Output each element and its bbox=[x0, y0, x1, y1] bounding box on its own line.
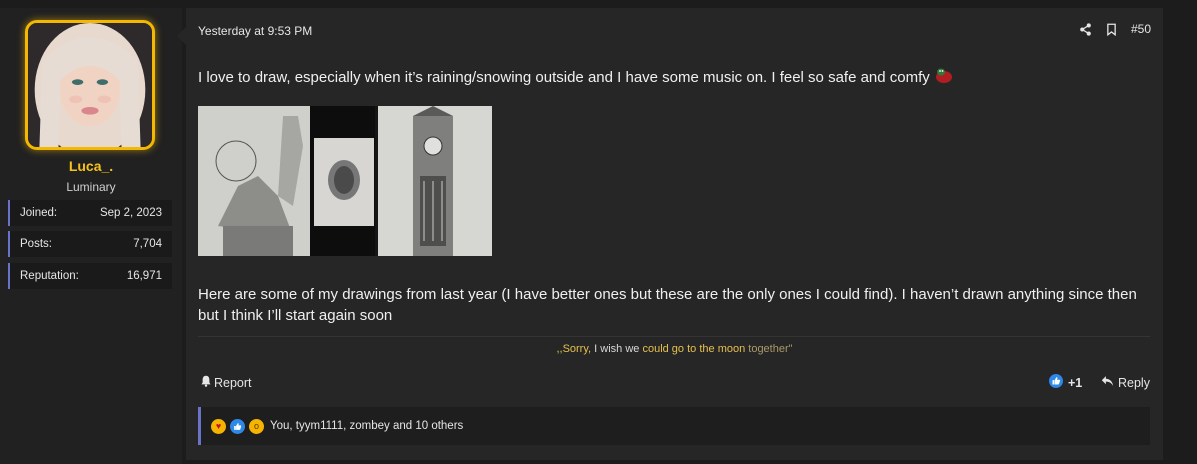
share-icon[interactable] bbox=[1079, 22, 1092, 36]
reaction-count-label: +1 bbox=[1068, 375, 1083, 390]
post-number[interactable]: #50 bbox=[1131, 22, 1151, 36]
stat-label: Joined: bbox=[20, 207, 58, 219]
reply-button[interactable]: Reply bbox=[1101, 375, 1150, 390]
reactions-summary[interactable]: You, tyym1111, zombey and 10 others bbox=[270, 420, 463, 432]
reply-label: Reply bbox=[1118, 375, 1150, 390]
post-date[interactable]: Yesterday at 9:53 PM bbox=[198, 24, 312, 38]
reply-icon bbox=[1101, 375, 1114, 390]
signature-part: together" bbox=[748, 343, 793, 355]
stat-reputation: Reputation: 16,971 bbox=[8, 263, 172, 289]
signature-part: moon bbox=[717, 343, 749, 355]
user-panel: Luca_. Luminary Joined: Sep 2, 2023 Post… bbox=[0, 8, 182, 464]
user-title: Luminary bbox=[66, 180, 116, 194]
signature-part: could go to the bbox=[642, 343, 718, 355]
like-icon bbox=[1049, 374, 1063, 391]
reactions-bar[interactable]: ♥ o You, tyym1111, zombey and 10 others bbox=[198, 407, 1150, 445]
post-text-line: I love to draw, especially when it’s rai… bbox=[198, 68, 930, 86]
avatar[interactable] bbox=[25, 20, 155, 150]
drawings-image[interactable] bbox=[198, 106, 492, 256]
post: Yesterday at 9:53 PM #50 I love to draw,… bbox=[186, 8, 1163, 460]
avatar-image bbox=[28, 23, 152, 147]
post-text-first: I love to draw, especially when it’s rai… bbox=[198, 66, 954, 88]
like-icon bbox=[230, 418, 245, 434]
report-button[interactable]: Report bbox=[200, 375, 252, 390]
signature-part: ,,Sorry, bbox=[556, 343, 595, 355]
stat-posts: Posts: 7,704 bbox=[8, 231, 172, 257]
report-label: Report bbox=[214, 375, 252, 390]
reaction-count-button[interactable]: +1 bbox=[1049, 374, 1082, 391]
username[interactable]: Luca_. bbox=[0, 158, 182, 174]
stat-label: Reputation: bbox=[20, 270, 79, 282]
bell-icon bbox=[200, 375, 212, 390]
signature: ,,Sorry, I wish we could go to the moon … bbox=[186, 343, 1163, 355]
wow-icon: o bbox=[249, 418, 264, 434]
top-spacer bbox=[0, 0, 1197, 8]
post-actions: #50 bbox=[1079, 22, 1151, 36]
stat-joined: Joined: Sep 2, 2023 bbox=[8, 200, 172, 226]
signature-divider bbox=[198, 336, 1150, 337]
cozy-emoji-icon bbox=[934, 66, 954, 88]
bookmark-icon[interactable] bbox=[1106, 23, 1117, 36]
stat-value: Sep 2, 2023 bbox=[99, 207, 162, 219]
post-arrow bbox=[177, 27, 186, 45]
right-gutter bbox=[1163, 8, 1197, 464]
stat-label: Posts: bbox=[20, 238, 52, 250]
stat-value: 16,971 bbox=[126, 270, 162, 282]
signature-part: I wish we bbox=[594, 343, 643, 355]
post-text-second: Here are some of my drawings from last y… bbox=[198, 286, 1137, 324]
stat-value: 7,704 bbox=[133, 238, 162, 250]
heart-eyes-icon: ♥ bbox=[211, 418, 226, 434]
